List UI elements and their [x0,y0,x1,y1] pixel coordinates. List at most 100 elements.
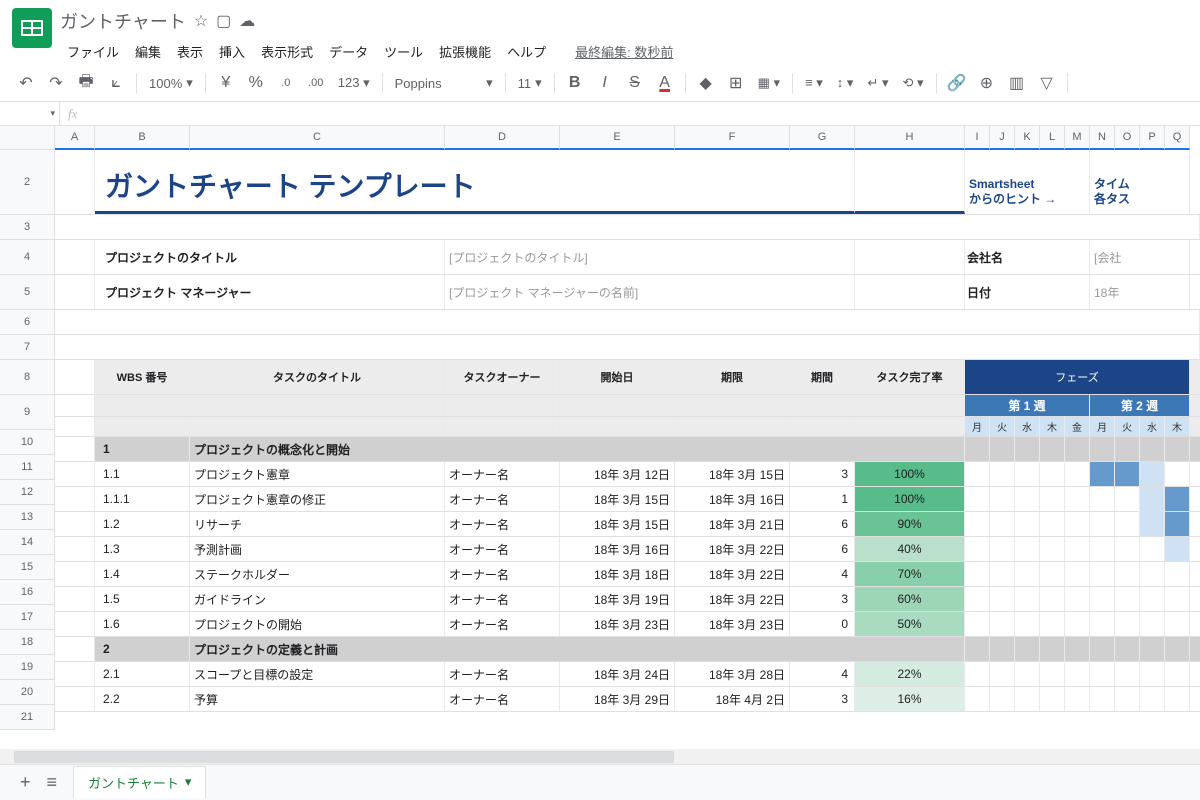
col-head-G[interactable]: G [790,126,855,150]
label-pm[interactable]: プロジェクト マネージャー [95,275,445,309]
halign-button[interactable]: ≡ ▾ [799,69,829,97]
gantt-cell[interactable] [965,487,990,511]
cell-dur[interactable]: 4 [790,562,855,586]
menu-表示形式[interactable]: 表示形式 [254,38,320,65]
header-owner[interactable]: タスクオーナー [445,360,560,394]
row-head-12[interactable]: 12 [0,480,55,505]
cell-owner[interactable]: オーナー名 [445,512,560,536]
gantt-cell[interactable] [1165,562,1190,586]
label-company[interactable]: 会社名 [965,240,1090,274]
cell-task[interactable]: プロジェクトの開始 [190,612,445,636]
cell-end[interactable]: 18年 3月 23日 [675,612,790,636]
gantt-cell[interactable] [1115,687,1140,711]
row-head-20[interactable]: 20 [0,680,55,705]
col-head-D[interactable]: D [445,126,560,150]
gantt-cell[interactable] [1165,612,1190,636]
row-head-13[interactable]: 13 [0,505,55,530]
header-week1[interactable]: 第 1 週 [965,395,1090,416]
col-head-A[interactable]: A [55,126,95,150]
cell-wbs[interactable]: 1.1.1 [95,487,190,511]
fill-color-button[interactable]: ◆ [692,69,720,97]
add-sheet-button[interactable]: + [20,772,31,793]
gantt-cell[interactable] [1165,587,1190,611]
gantt-cell[interactable] [1115,537,1140,561]
label-project-title[interactable]: プロジェクトのタイトル [95,240,445,274]
cell-start[interactable]: 18年 3月 16日 [560,537,675,561]
menu-挿入[interactable]: 挿入 [212,38,252,65]
cell-task[interactable]: プロジェクトの概念化と開始 [190,437,965,461]
input-project-title[interactable]: [プロジェクトのタイトル] [445,240,855,274]
gantt-cell[interactable] [1015,462,1040,486]
gantt-cell[interactable] [1040,512,1065,536]
rotate-button[interactable]: ⟲ ▾ [896,69,929,97]
cell-dur[interactable]: 6 [790,512,855,536]
row-head-19[interactable]: 19 [0,655,55,680]
gantt-cell[interactable] [1140,687,1165,711]
gantt-cell[interactable] [990,587,1015,611]
gantt-cell[interactable] [1140,587,1165,611]
cell-dur[interactable]: 4 [790,662,855,686]
column-headers[interactable]: ABCDEFGHIJKLMNOPQ [55,126,1190,150]
doc-title[interactable]: ガントチャート [60,8,186,34]
cell-pct[interactable]: 90% [855,512,965,536]
gantt-cell[interactable] [1115,612,1140,636]
gantt-cell[interactable] [1090,662,1115,686]
gantt-cell[interactable] [1115,462,1140,486]
last-edit[interactable]: 最終編集: 数秒前 [575,42,673,61]
gantt-cell[interactable] [1015,562,1040,586]
name-box[interactable] [0,102,60,125]
cell-start[interactable]: 18年 3月 15日 [560,487,675,511]
header-day[interactable]: 月 [965,417,990,436]
cell-task[interactable]: ガイドライン [190,587,445,611]
gantt-cell[interactable] [1065,537,1090,561]
row-head-11[interactable]: 11 [0,455,55,480]
header-day[interactable]: 木 [1165,417,1190,436]
gantt-cell[interactable] [1140,487,1165,511]
decimal-decrease-button[interactable]: .0 [272,69,300,97]
gantt-cell[interactable] [1090,587,1115,611]
gantt-cell[interactable] [990,562,1015,586]
row-head-18[interactable]: 18 [0,630,55,655]
cell-wbs[interactable]: 1.3 [95,537,190,561]
row-head-8[interactable]: 8 [0,360,55,395]
undo-button[interactable]: ↶ [12,69,40,97]
input-company[interactable]: [会社 [1090,240,1190,274]
col-head-F[interactable]: F [675,126,790,150]
menu-データ[interactable]: データ [322,38,375,65]
col-head-K[interactable]: K [1015,126,1040,150]
input-pm[interactable]: [プロジェクト マネージャーの名前] [445,275,855,309]
cell-owner[interactable]: オーナー名 [445,662,560,686]
header-dur[interactable]: 期間 [790,360,855,394]
cell-wbs[interactable]: 1.1 [95,462,190,486]
gantt-cell[interactable] [1140,512,1165,536]
row-head-15[interactable]: 15 [0,555,55,580]
cell-pct[interactable]: 22% [855,662,965,686]
gantt-cell[interactable] [1165,512,1190,536]
gantt-cell[interactable] [1140,537,1165,561]
gantt-cell[interactable] [1040,662,1065,686]
gantt-cell[interactable] [1065,662,1090,686]
format-select[interactable]: 123 ▾ [332,69,376,97]
gantt-cell[interactable] [990,612,1015,636]
menu-表示[interactable]: 表示 [170,38,210,65]
merge-button[interactable]: ▦ ▾ [752,69,786,97]
header-day[interactable]: 水 [1140,417,1165,436]
header-task[interactable]: タスクのタイトル [190,360,445,394]
cell-pct[interactable]: 60% [855,587,965,611]
gantt-cell[interactable] [1165,687,1190,711]
header-day[interactable]: 火 [990,417,1015,436]
cell-dur[interactable]: 3 [790,587,855,611]
cutoff-text[interactable]: タイム 各タス [1090,150,1190,214]
cell-dur[interactable]: 3 [790,687,855,711]
gantt-cell[interactable] [990,487,1015,511]
cell-start[interactable]: 18年 3月 29日 [560,687,675,711]
row-head-7[interactable]: 7 [0,335,55,360]
bold-button[interactable]: B [561,69,589,97]
gantt-cell[interactable] [1090,562,1115,586]
gantt-cell[interactable] [1140,462,1165,486]
cell-wbs[interactable]: 1.5 [95,587,190,611]
col-head-O[interactable]: O [1115,126,1140,150]
italic-button[interactable]: I [591,69,619,97]
row-head-4[interactable]: 4 [0,240,55,275]
cell-wbs[interactable]: 1.4 [95,562,190,586]
